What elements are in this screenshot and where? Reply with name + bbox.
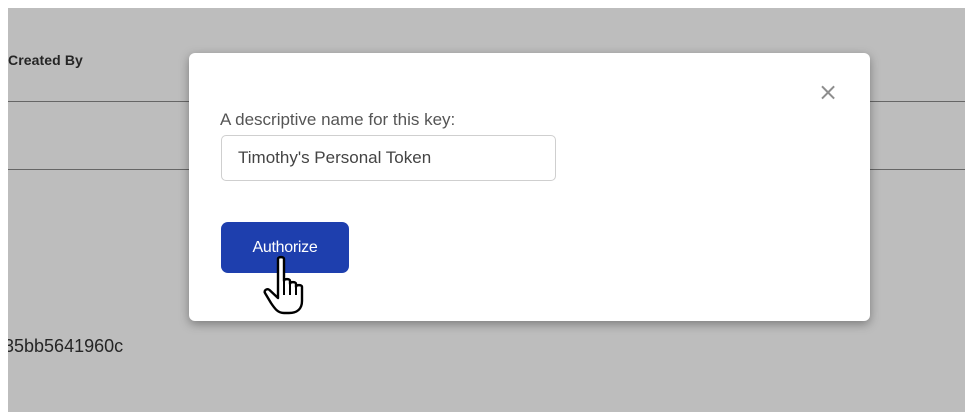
hand-pointer-icon: [263, 255, 304, 315]
page-top-edge: [0, 0, 965, 8]
page-left-edge: [0, 0, 8, 412]
key-name-label: A descriptive name for this key:: [220, 110, 456, 129]
close-icon[interactable]: ×: [817, 80, 839, 104]
key-name-input[interactable]: [221, 135, 556, 181]
